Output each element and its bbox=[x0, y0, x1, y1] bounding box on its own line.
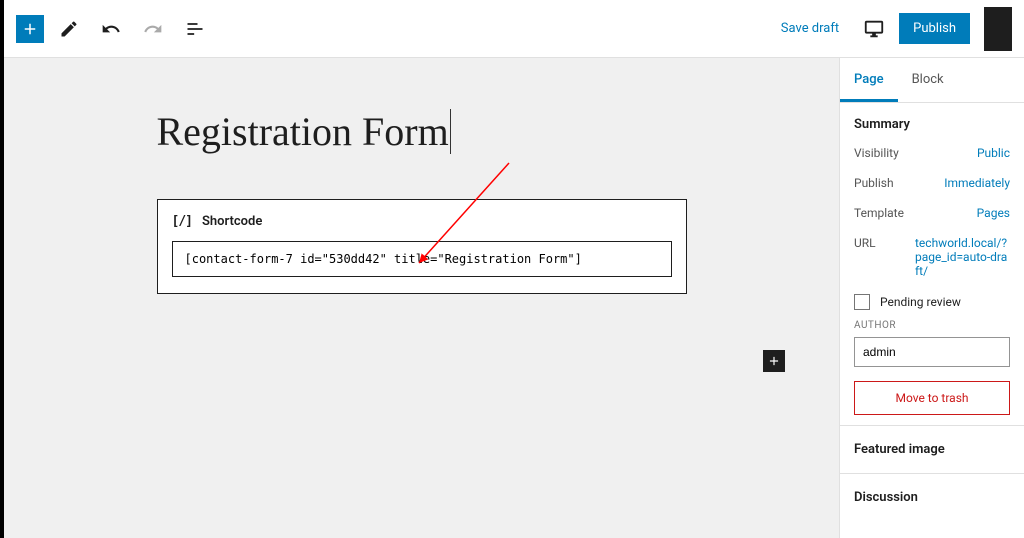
author-label: AUTHOR bbox=[854, 320, 1010, 331]
redo-button[interactable] bbox=[136, 12, 170, 46]
insert-block-button[interactable] bbox=[763, 350, 785, 372]
shortcode-icon: [/] bbox=[172, 214, 192, 229]
publish-row: Publish Immediately bbox=[854, 176, 1010, 190]
undo-icon bbox=[101, 19, 121, 39]
editor-app: Save draft Publish Registration Form [/]… bbox=[0, 0, 1024, 538]
visibility-value[interactable]: Public bbox=[977, 146, 1010, 160]
shortcode-label: Shortcode bbox=[202, 214, 262, 229]
publish-date-label: Publish bbox=[854, 176, 894, 190]
toolbar-right: Save draft Publish bbox=[771, 7, 1012, 51]
summary-section: Summary Visibility Public Publish Immedi… bbox=[840, 103, 1024, 425]
publish-date-value[interactable]: Immediately bbox=[944, 176, 1010, 190]
pending-review-checkbox[interactable] bbox=[854, 294, 870, 310]
discussion-panel[interactable]: Discussion bbox=[840, 473, 1024, 521]
url-value[interactable]: techworld.local/?page_id=auto-draft/ bbox=[915, 236, 1010, 278]
editor-canvas[interactable]: Registration Form [/] Shortcode bbox=[4, 58, 839, 538]
toolbar-left bbox=[16, 12, 212, 46]
list-icon bbox=[185, 19, 205, 39]
publish-button[interactable]: Publish bbox=[899, 13, 970, 44]
pending-review-row[interactable]: Pending review bbox=[854, 294, 1010, 310]
move-to-trash-button[interactable]: Move to trash bbox=[854, 381, 1010, 415]
desktop-icon bbox=[863, 18, 885, 40]
settings-button[interactable] bbox=[984, 7, 1012, 51]
template-row: Template Pages bbox=[854, 206, 1010, 220]
preview-button[interactable] bbox=[859, 14, 889, 44]
template-value[interactable]: Pages bbox=[977, 206, 1010, 220]
top-toolbar: Save draft Publish bbox=[4, 0, 1024, 58]
save-draft-button[interactable]: Save draft bbox=[771, 15, 849, 42]
visibility-row: Visibility Public bbox=[854, 146, 1010, 160]
sidebar-tabs: Page Block bbox=[840, 58, 1024, 103]
url-row: URL techworld.local/?page_id=auto-draft/ bbox=[854, 236, 1010, 278]
shortcode-input[interactable] bbox=[172, 241, 672, 277]
page-title-input[interactable]: Registration Form bbox=[157, 108, 687, 163]
pending-review-label: Pending review bbox=[880, 295, 961, 309]
shortcode-block[interactable]: [/] Shortcode bbox=[157, 199, 687, 294]
add-block-button[interactable] bbox=[16, 15, 44, 43]
undo-button[interactable] bbox=[94, 12, 128, 46]
main-area: Registration Form [/] Shortcode bbox=[4, 58, 1024, 538]
pencil-icon bbox=[59, 19, 79, 39]
template-label: Template bbox=[854, 206, 904, 220]
author-select[interactable] bbox=[854, 337, 1010, 367]
url-label: URL bbox=[854, 236, 876, 278]
shortcode-header: [/] Shortcode bbox=[172, 214, 672, 229]
visibility-label: Visibility bbox=[854, 146, 899, 160]
featured-image-panel[interactable]: Featured image bbox=[840, 425, 1024, 473]
tab-page[interactable]: Page bbox=[840, 58, 898, 102]
page-title-text: Registration Form bbox=[157, 109, 449, 154]
plus-icon bbox=[767, 354, 781, 368]
edit-mode-button[interactable] bbox=[52, 12, 86, 46]
text-cursor bbox=[450, 109, 451, 154]
redo-icon bbox=[143, 19, 163, 39]
tab-block[interactable]: Block bbox=[898, 58, 958, 102]
document-overview-button[interactable] bbox=[178, 12, 212, 46]
summary-title: Summary bbox=[854, 117, 1010, 132]
plus-icon bbox=[21, 20, 39, 38]
settings-sidebar: Page Block Summary Visibility Public Pub… bbox=[839, 58, 1024, 538]
editor-content: Registration Form [/] Shortcode bbox=[157, 108, 687, 294]
